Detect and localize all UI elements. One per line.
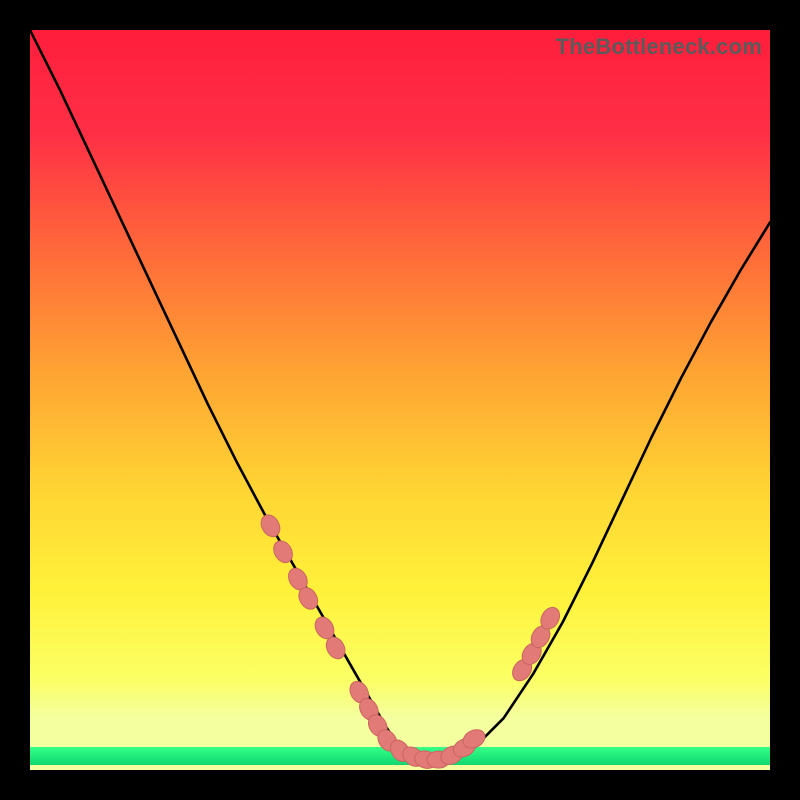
chart-stage: TheBottleneck.com [0,0,800,800]
watermark-text: TheBottleneck.com [556,34,762,60]
bottleneck-curve [30,30,770,770]
plot-area: TheBottleneck.com [30,30,770,770]
curve-marker [257,512,283,540]
